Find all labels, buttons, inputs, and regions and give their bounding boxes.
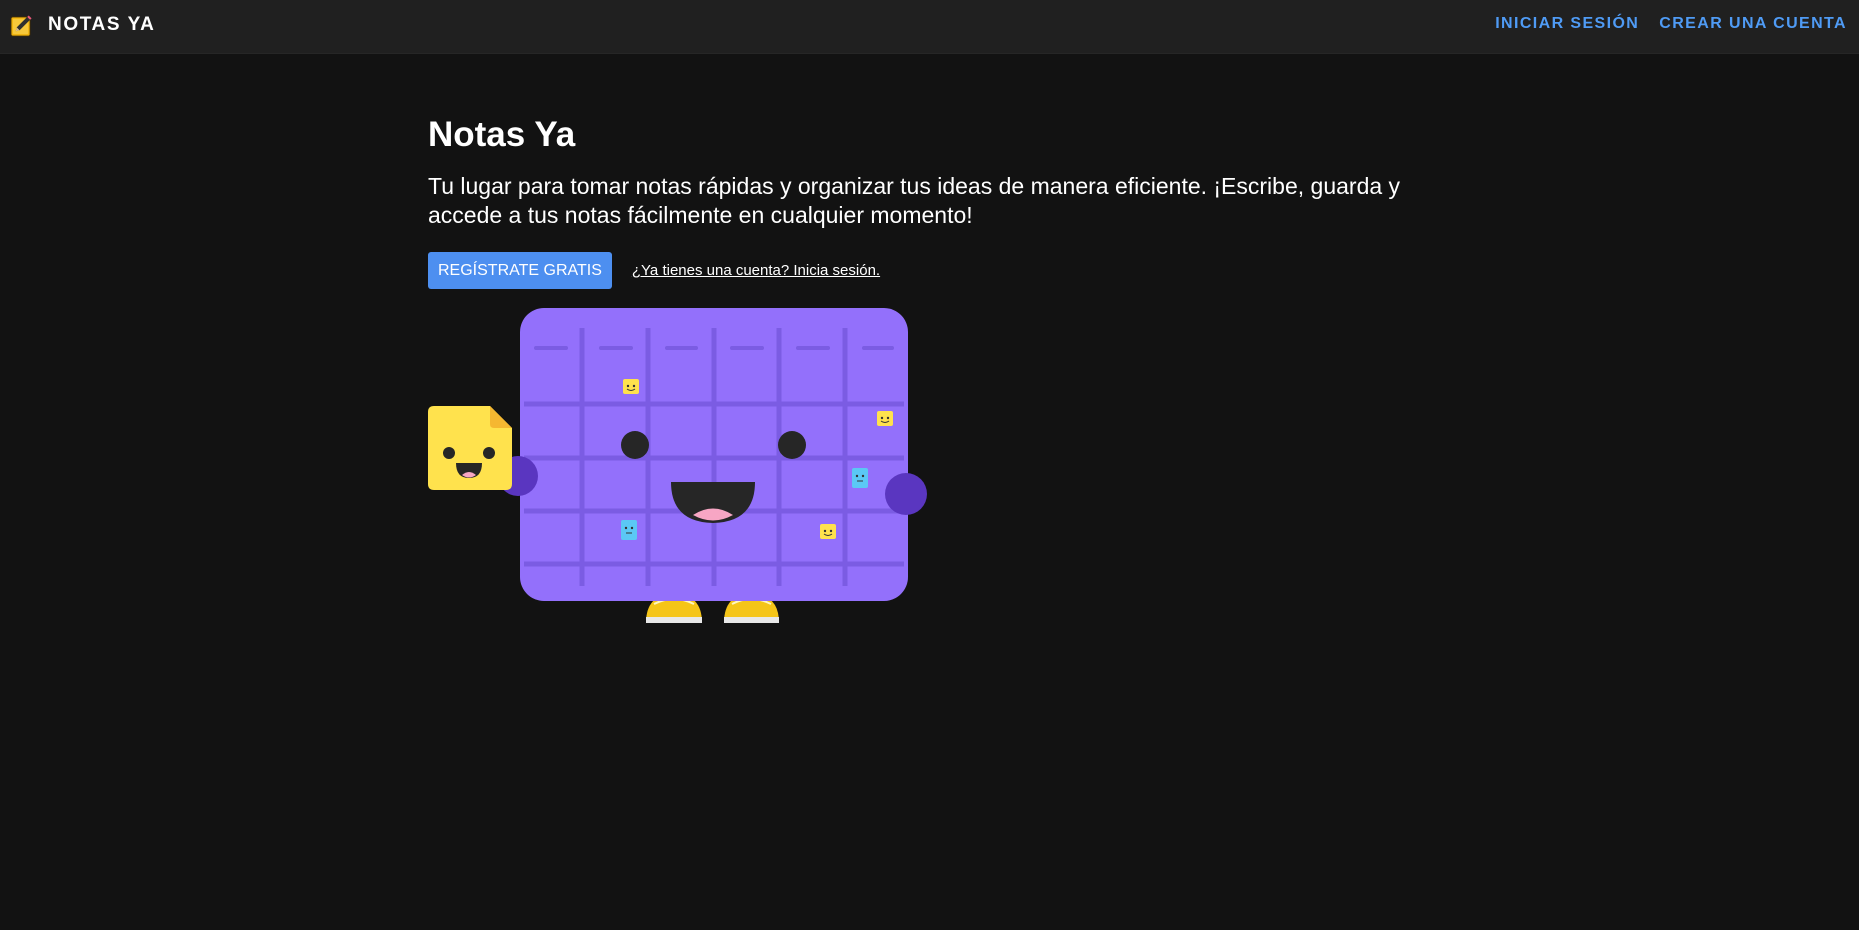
pencil-note-icon — [10, 14, 32, 37]
hero-section: Notas Ya Tu lugar para tomar notas rápid… — [428, 110, 1438, 230]
signup-link[interactable]: CREAR UNA CUENTA — [1659, 15, 1847, 33]
top-navbar: NOTAS YA INICIAR SESIÓN CREAR UNA CUENTA — [0, 0, 1859, 54]
hero-description: Tu lugar para tomar notas rápidas y orga… — [428, 173, 1401, 228]
login-link[interactable]: INICIAR SESIÓN — [1495, 15, 1639, 33]
brand[interactable]: NOTAS YA — [10, 12, 155, 38]
sticky-note-icon — [428, 406, 512, 490]
register-free-button[interactable]: REGÍSTRATE GRATIS — [428, 252, 612, 289]
existing-account-login-link[interactable]: ¿Ya tienes una cuenta? Inicia sesión. — [632, 262, 880, 279]
page-title: Notas Ya — [428, 115, 576, 154]
brand-name: NOTAS YA — [48, 14, 156, 35]
hero-actions: REGÍSTRATE GRATIS ¿Ya tienes una cuenta?… — [428, 252, 880, 289]
smiling-calendar-illustration — [428, 308, 927, 623]
auth-nav: INICIAR SESIÓN CREAR UNA CUENTA — [1495, 15, 1847, 33]
